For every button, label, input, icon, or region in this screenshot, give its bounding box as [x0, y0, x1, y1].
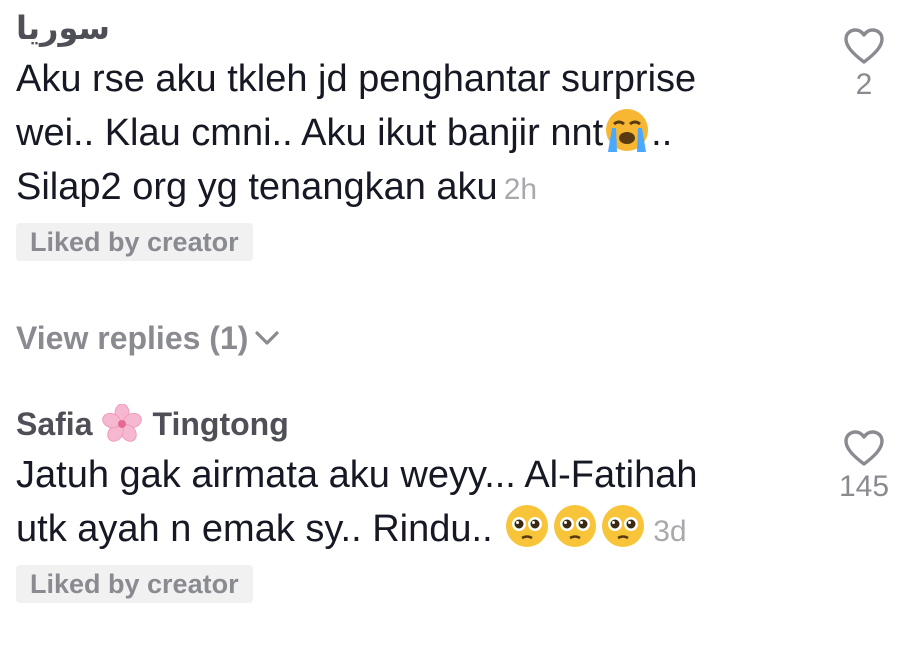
username-text[interactable]: سوريا — [16, 8, 110, 48]
like-count: 145 — [838, 470, 890, 503]
pleading-face-emoji-icon — [602, 505, 645, 547]
like-button[interactable]: 145 — [829, 428, 899, 504]
heart-outline-icon[interactable] — [842, 428, 886, 468]
comment-timestamp: 2h — [503, 173, 538, 206]
comment-username[interactable]: سوريا — [16, 8, 904, 48]
comment-item: Safia Tingtong Jatuh gak airmata aku wey… — [16, 404, 904, 603]
comment-text: Aku rse aku tkleh jd penghantar surprise… — [16, 52, 816, 217]
chevron-down-icon[interactable] — [254, 330, 280, 346]
liked-by-creator-badge: Liked by creator — [16, 565, 253, 603]
liked-by-creator-badge: Liked by creator — [16, 223, 253, 261]
comment-timestamp: 3d — [653, 515, 687, 548]
cherry-blossom-icon — [102, 404, 143, 442]
comment-username[interactable]: Safia Tingtong — [16, 404, 904, 444]
comment-text-line: wei.. Klau cmni.. Aku ikut banjir nnt — [16, 112, 604, 154]
comment-text-line: .. — [651, 112, 673, 154]
view-replies-label[interactable]: View replies (1) — [16, 318, 248, 358]
comment-text-line: utk ayah n emak sy.. Rindu.. — [16, 508, 493, 550]
username-first[interactable]: Safia — [16, 404, 92, 444]
like-button[interactable]: 2 — [829, 26, 899, 102]
comment-text-line: Silap2 org yg tenangkan aku — [16, 166, 498, 208]
comment-text-line: Aku rse aku tkleh jd penghantar surprise — [16, 58, 697, 100]
comment-text: Jatuh gak airmata aku weyy... Al-Fatihah… — [16, 448, 816, 559]
comment-item: سوريا Aku rse aku tkleh jd penghantar su… — [16, 8, 904, 261]
like-count: 2 — [855, 68, 873, 101]
loudly-crying-face-emoji-icon — [606, 109, 649, 152]
view-replies-button[interactable]: View replies (1) — [16, 318, 280, 358]
heart-outline-icon[interactable] — [842, 26, 886, 66]
username-last[interactable]: Tingtong — [152, 404, 288, 444]
pleading-face-emoji-icon — [506, 505, 549, 547]
comment-text-line: Jatuh gak airmata aku weyy... Al-Fatihah — [16, 454, 698, 496]
pleading-face-emoji-icon — [554, 505, 597, 547]
